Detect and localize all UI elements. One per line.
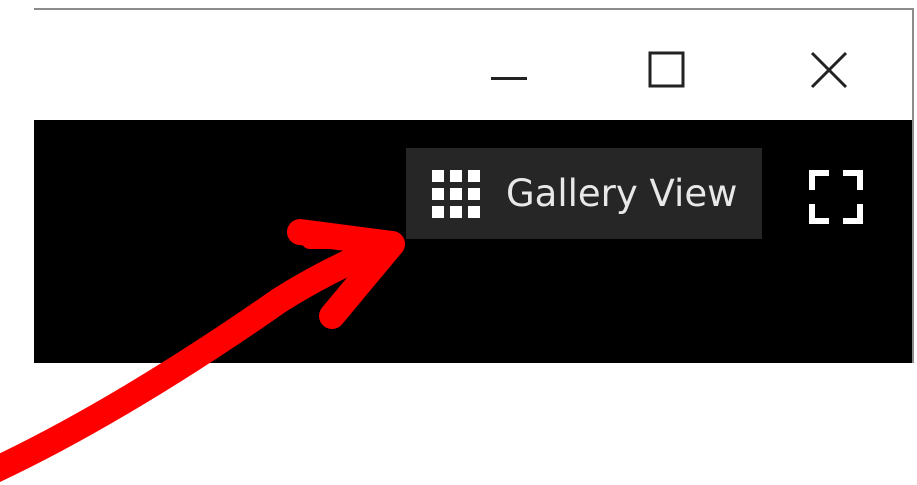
- gallery-view-button[interactable]: Gallery View: [406, 148, 762, 239]
- minimize-icon: [491, 77, 527, 80]
- title-bar: [34, 10, 912, 120]
- close-icon: [810, 51, 848, 89]
- gallery-view-label: Gallery View: [506, 172, 738, 215]
- fullscreen-icon: [809, 170, 863, 224]
- maximize-icon: [648, 51, 685, 88]
- video-area: Gallery View: [34, 120, 912, 363]
- close-button[interactable]: [794, 30, 864, 110]
- minimize-button[interactable]: [474, 30, 544, 110]
- fullscreen-button[interactable]: [804, 165, 868, 229]
- grid-icon: [432, 169, 480, 218]
- app-window: Gallery View: [0, 0, 917, 485]
- maximize-button[interactable]: [632, 30, 702, 110]
- window-right-border: [912, 8, 914, 363]
